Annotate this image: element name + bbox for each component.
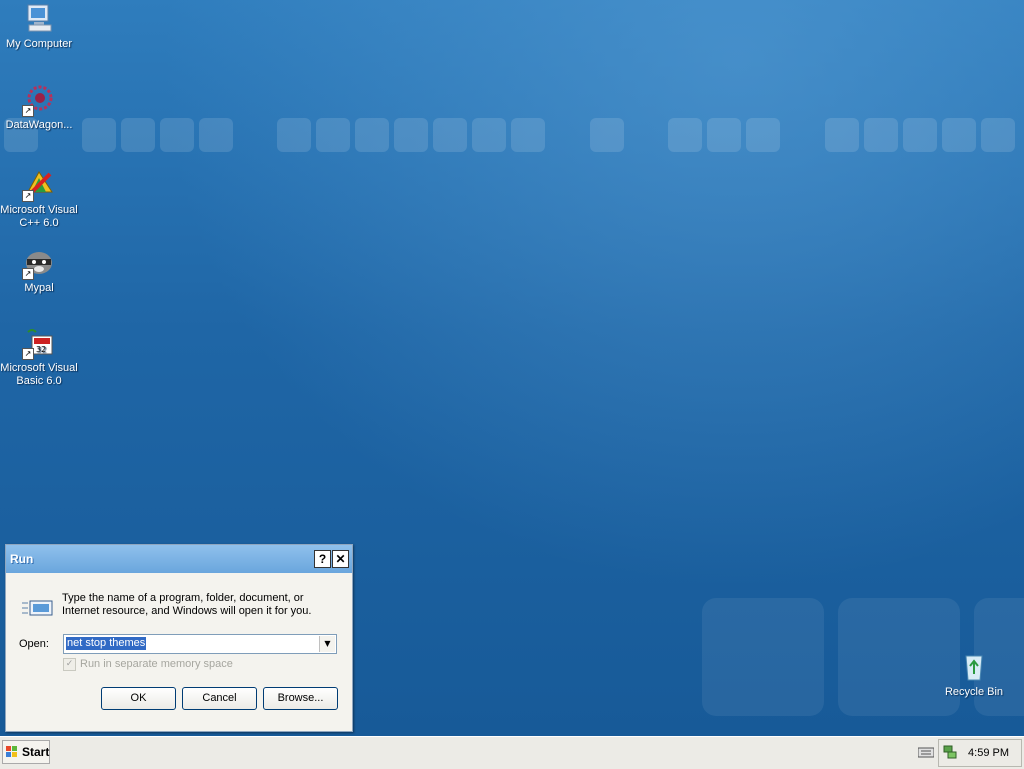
wallpaper-tile — [277, 118, 311, 152]
wallpaper-tile — [433, 118, 467, 152]
open-combobox[interactable]: net stop themes ▼ — [63, 634, 337, 654]
desktop[interactable]: My Computer ↗ DataWagon... ↗ Microsoft V… — [0, 0, 1024, 736]
wallpaper-tile — [981, 118, 1015, 152]
wallpaper-tile — [472, 118, 506, 152]
keyboard-icon[interactable] — [917, 746, 935, 761]
raccoon-icon: ↗ — [22, 246, 56, 280]
desktop-icon-my-computer[interactable]: My Computer — [0, 2, 78, 51]
wallpaper-tile — [942, 118, 976, 152]
desktop-icon-datawagon[interactable]: ↗ DataWagon... — [0, 83, 78, 132]
chevron-down-icon[interactable]: ▼ — [319, 636, 335, 652]
run-dialog[interactable]: Run ? ✕ Type the name of a program, fold… — [5, 544, 353, 732]
wallpaper-tile — [668, 118, 702, 152]
open-label: Open: — [19, 638, 49, 650]
wallpaper-tile — [121, 118, 155, 152]
desktop-icon-visual-cpp[interactable]: ↗ Microsoft Visual C++ 6.0 — [0, 168, 78, 230]
run-icon — [22, 595, 54, 621]
wallpaper-tile — [707, 118, 741, 152]
desktop-icon-recycle-bin[interactable]: Recycle Bin — [935, 650, 1013, 699]
shortcut-arrow-icon: ↗ — [22, 105, 34, 117]
wallpaper-tile — [355, 118, 389, 152]
datawagon-icon: ↗ — [22, 83, 56, 117]
network-icon[interactable] — [943, 745, 957, 762]
start-label: Start — [22, 745, 50, 759]
ok-button[interactable]: OK — [101, 687, 176, 710]
wallpaper-tile — [590, 118, 624, 152]
visual-cpp-icon: ↗ — [22, 168, 56, 202]
taskbar: Start 4:59 PM — [0, 736, 1024, 769]
run-description: Type the name of a program, folder, docu… — [62, 592, 312, 617]
wallpaper-tile — [160, 118, 194, 152]
start-button[interactable]: Start — [2, 740, 50, 764]
run-dialog-title: Run — [10, 552, 34, 566]
shortcut-arrow-icon: ↗ — [22, 348, 34, 360]
shortcut-arrow-icon: ↗ — [22, 268, 34, 280]
visual-basic-icon: 32 ↗ — [22, 326, 56, 360]
wallpaper-tile — [825, 118, 859, 152]
run-dialog-title-bar[interactable]: Run ? ✕ — [6, 545, 352, 573]
wallpaper-tile — [702, 598, 824, 716]
wallpaper-tile — [864, 118, 898, 152]
svg-text:32: 32 — [36, 345, 46, 354]
wallpaper-tile — [746, 118, 780, 152]
close-button[interactable]: ✕ — [332, 550, 349, 568]
wallpaper-tile — [316, 118, 350, 152]
recycle-bin-icon — [957, 650, 991, 684]
computer-icon — [22, 2, 56, 36]
help-button[interactable]: ? — [314, 550, 331, 568]
clock[interactable]: 4:59 PM — [968, 747, 1009, 759]
desktop-icon-mypal[interactable]: ↗ Mypal — [0, 246, 78, 295]
wallpaper-tile — [82, 118, 116, 152]
wallpaper-tile — [903, 118, 937, 152]
separate-memory-checkbox[interactable]: ✓ — [63, 658, 76, 671]
wallpaper-tile — [511, 118, 545, 152]
desktop-icon-visual-basic[interactable]: 32 ↗ Microsoft Visual Basic 6.0 — [0, 326, 78, 388]
wallpaper-tile — [199, 118, 233, 152]
system-tray: 4:59 PM — [938, 739, 1022, 767]
browse-button[interactable]: Browse... — [263, 687, 338, 710]
open-input[interactable]: net stop themes — [66, 637, 147, 650]
shortcut-arrow-icon: ↗ — [22, 190, 34, 202]
separate-memory-label: Run in separate memory space — [80, 658, 233, 670]
windows-logo-icon — [6, 746, 18, 758]
wallpaper-tile — [394, 118, 428, 152]
cancel-button[interactable]: Cancel — [182, 687, 257, 710]
